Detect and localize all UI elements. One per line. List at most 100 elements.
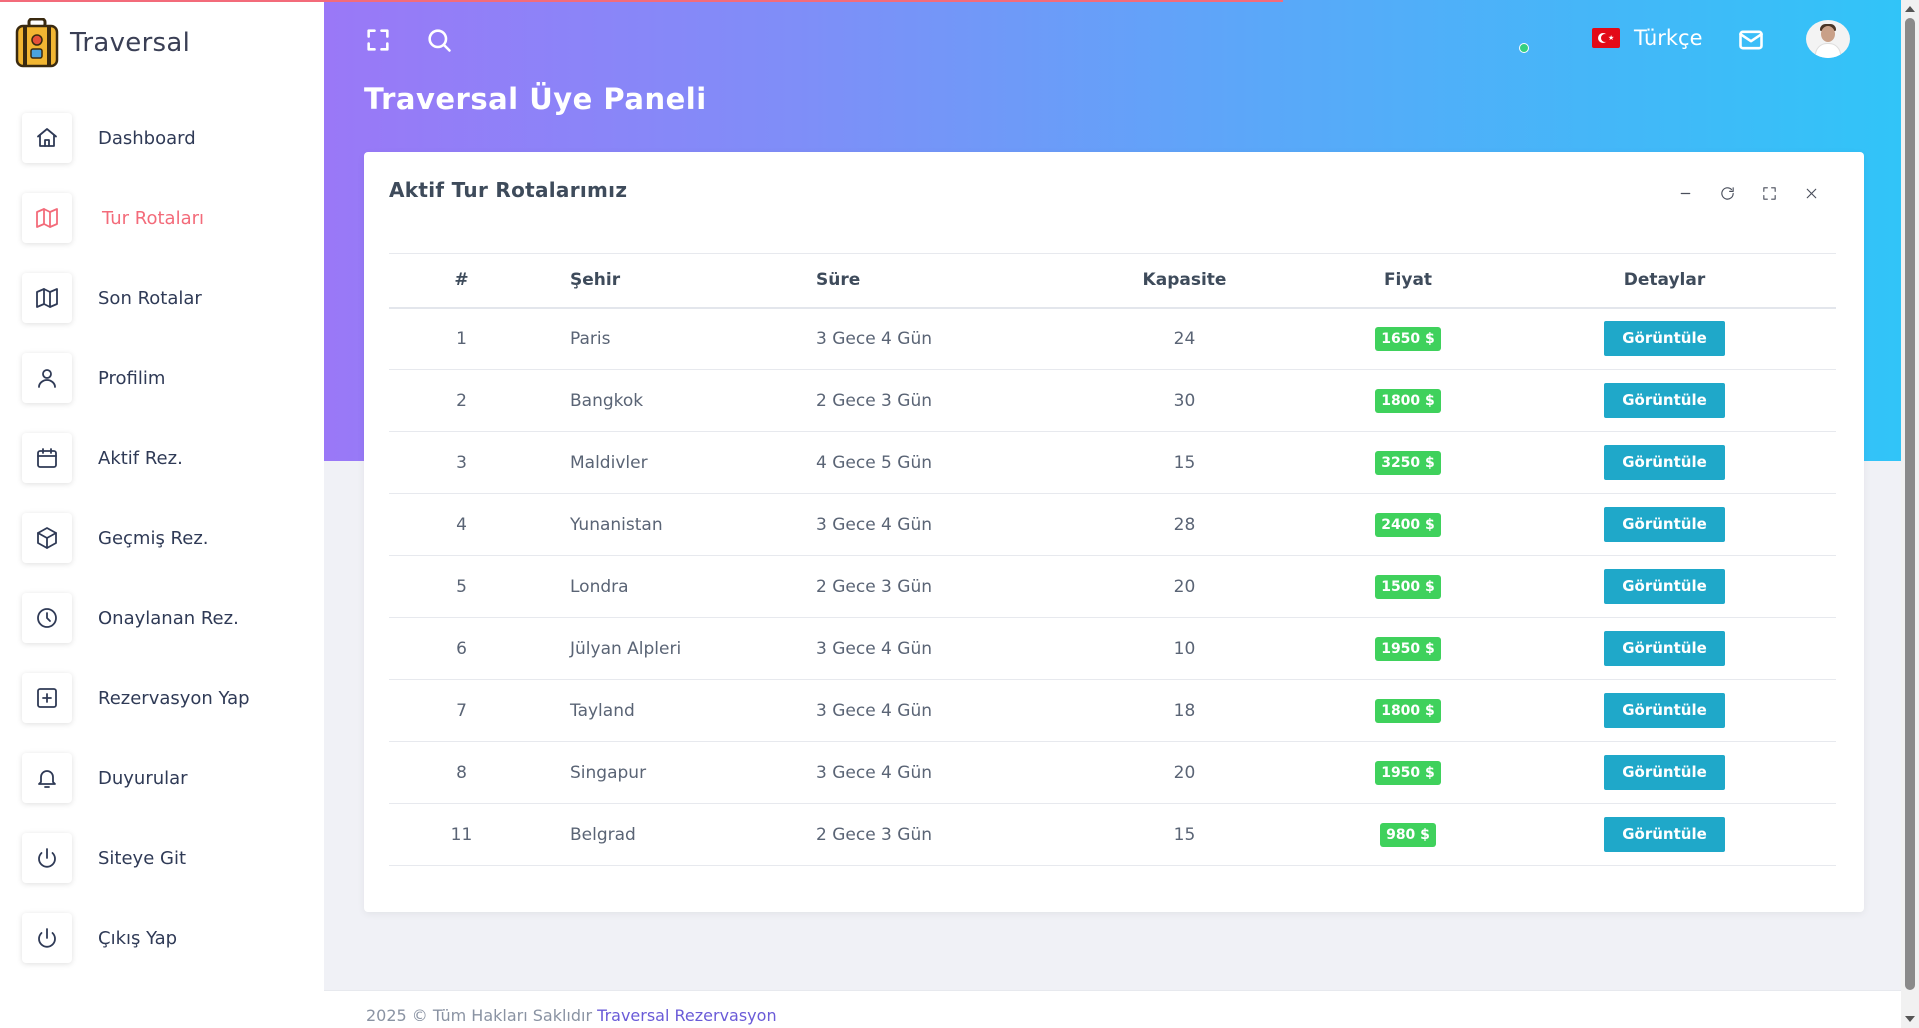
box-icon: [22, 513, 72, 563]
close-icon[interactable]: [1790, 182, 1832, 204]
sidebar-item-tur-rotalari[interactable]: Tur Rotaları: [0, 178, 324, 258]
cell-number: 5: [456, 576, 467, 597]
cell-city: Tayland: [570, 700, 635, 721]
map-icon: [22, 273, 72, 323]
column-header-city[interactable]: Şehir: [534, 254, 816, 308]
sidebar-item-dashboard[interactable]: Dashboard: [0, 98, 324, 178]
table-row: 3 Maldivler 4 Gece 5 Gün 15 3250 $ Görün…: [389, 432, 1836, 494]
footer-link[interactable]: Traversal Rezervasyon: [597, 1006, 776, 1025]
cell-capacity: 28: [1173, 514, 1196, 535]
table-row: 8 Singapur 3 Gece 4 Gün 20 1950 $ Görünt…: [389, 742, 1836, 804]
sidebar-item-siteye-git[interactable]: Siteye Git: [0, 818, 324, 898]
column-header-capacity[interactable]: Kapasite: [1046, 254, 1323, 308]
cell-duration: 3 Gece 4 Gün: [816, 514, 933, 535]
price-badge: 1800 $: [1375, 388, 1441, 413]
turkey-flag-icon: ★: [1592, 28, 1620, 48]
cell-price: 1950 $: [1323, 742, 1493, 804]
suitcase-logo-icon: [15, 18, 59, 68]
cell-duration: 4 Gece 5 Gün: [816, 452, 933, 473]
view-button[interactable]: Görüntüle: [1604, 321, 1725, 357]
scroll-up-arrow-icon[interactable]: [1905, 6, 1915, 12]
cell-city: Bangkok: [570, 390, 644, 411]
price-badge: 1800 $: [1375, 698, 1441, 723]
search-icon[interactable]: [425, 26, 455, 56]
cell-capacity: 20: [1173, 762, 1196, 783]
sidebar-item-son-rotalar[interactable]: Son Rotalar: [0, 258, 324, 338]
cell-duration: 3 Gece 4 Gün: [816, 328, 933, 349]
scroll-thumb[interactable]: [1905, 18, 1915, 990]
sidebar-nav: Dashboard Tur Rotaları Son Rotalar Profi…: [0, 98, 324, 978]
minimize-icon[interactable]: [1664, 182, 1706, 204]
avatar[interactable]: [1806, 20, 1850, 58]
bell-icon: [22, 753, 72, 803]
sidebar-item-label: Aktif Rez.: [98, 447, 183, 469]
app-name: Traversal: [70, 28, 191, 58]
cell-number: 6: [456, 638, 467, 659]
brand[interactable]: Traversal: [14, 18, 190, 68]
cell-city: Belgrad: [570, 824, 636, 845]
column-header-price[interactable]: Fiyat: [1323, 254, 1493, 308]
tour-routes-table: # Şehir Süre Kapasite Fiyat Detaylar 1 P…: [389, 253, 1836, 866]
cell-details: Görüntüle: [1493, 556, 1836, 618]
sidebar-item-label: Çıkış Yap: [98, 927, 178, 949]
sidebar-item-onaylanan-rez[interactable]: Onaylanan Rez.: [0, 578, 324, 658]
page-scrollbar[interactable]: [1901, 0, 1919, 1028]
cell-duration: 3 Gece 4 Gün: [816, 638, 933, 659]
cell-capacity: 24: [1173, 328, 1196, 349]
sidebar-item-cikis-yap[interactable]: Çıkış Yap: [0, 898, 324, 978]
cell-number: 7: [456, 700, 467, 721]
sidebar-item-label: Duyurular: [98, 767, 188, 789]
sidebar: Traversal Dashboard Tur Rotaları Son Rot…: [0, 0, 324, 1028]
view-button[interactable]: Görüntüle: [1604, 817, 1725, 852]
column-header-details[interactable]: Detaylar: [1493, 254, 1836, 308]
view-button[interactable]: Görüntüle: [1604, 383, 1725, 418]
view-button[interactable]: Görüntüle: [1604, 693, 1725, 728]
sidebar-item-profilim[interactable]: Profilim: [0, 338, 324, 418]
view-button[interactable]: Görüntüle: [1604, 445, 1725, 480]
cell-city: Jülyan Alpleri: [570, 638, 682, 659]
view-button[interactable]: Görüntüle: [1604, 755, 1725, 790]
cell-city: Maldivler: [570, 452, 648, 473]
expand-icon[interactable]: [1748, 182, 1790, 204]
calendar-icon: [22, 433, 72, 483]
table-header-row: # Şehir Süre Kapasite Fiyat Detaylar: [389, 253, 1836, 308]
power-icon: [22, 833, 72, 883]
fullscreen-icon[interactable]: [364, 26, 394, 56]
card-tools: [1664, 182, 1832, 204]
cell-price: 2400 $: [1323, 494, 1493, 556]
cell-capacity: 20: [1173, 576, 1196, 597]
cell-details: Görüntüle: [1493, 308, 1836, 370]
refresh-icon[interactable]: [1706, 182, 1748, 204]
power-icon: [22, 913, 72, 963]
copyright-text: 2025 © Tüm Hakları Saklıdır: [366, 1006, 593, 1025]
cell-duration: 2 Gece 3 Gün: [816, 824, 933, 845]
view-button[interactable]: Görüntüle: [1604, 507, 1725, 542]
sidebar-item-duyurular[interactable]: Duyurular: [0, 738, 324, 818]
cell-details: Görüntüle: [1493, 680, 1836, 742]
language-label: Türkçe: [1634, 26, 1703, 50]
sidebar-item-rezervasyon-yap[interactable]: Rezervasyon Yap: [0, 658, 324, 738]
tour-routes-card: Aktif Tur Rotalarımız # Şehir Süre Kapas…: [364, 152, 1864, 912]
view-button[interactable]: Görüntüle: [1604, 569, 1725, 604]
column-header-duration[interactable]: Süre: [816, 254, 1046, 308]
cell-capacity: 15: [1173, 452, 1196, 473]
cell-duration: 3 Gece 4 Gün: [816, 762, 933, 783]
mail-icon[interactable]: [1737, 26, 1767, 56]
sidebar-item-label: Geçmiş Rez.: [98, 527, 209, 549]
cell-details: Görüntüle: [1493, 804, 1836, 866]
sidebar-item-label: Onaylanan Rez.: [98, 607, 239, 629]
view-button[interactable]: Görüntüle: [1604, 631, 1725, 666]
sidebar-item-gecmis-rez[interactable]: Geçmiş Rez.: [0, 498, 324, 578]
table-row: 5 Londra 2 Gece 3 Gün 20 1500 $ Görüntül…: [389, 556, 1836, 618]
column-header-number[interactable]: #: [389, 254, 534, 308]
cell-number: 8: [456, 762, 467, 783]
cell-capacity: 10: [1173, 638, 1196, 659]
language-selector[interactable]: ★ Türkçe: [1592, 26, 1703, 50]
table-row: 1 Paris 3 Gece 4 Gün 24 1650 $ Görüntüle: [389, 308, 1836, 370]
sidebar-item-label: Dashboard: [98, 127, 196, 149]
page-title: Traversal Üye Paneli: [364, 82, 707, 116]
footer: 2025 © Tüm Hakları Saklıdır Traversal Re…: [324, 990, 1901, 1028]
scroll-down-arrow-icon[interactable]: [1905, 1016, 1915, 1022]
sidebar-item-aktif-rez[interactable]: Aktif Rez.: [0, 418, 324, 498]
cell-duration: 2 Gece 3 Gün: [816, 390, 933, 411]
